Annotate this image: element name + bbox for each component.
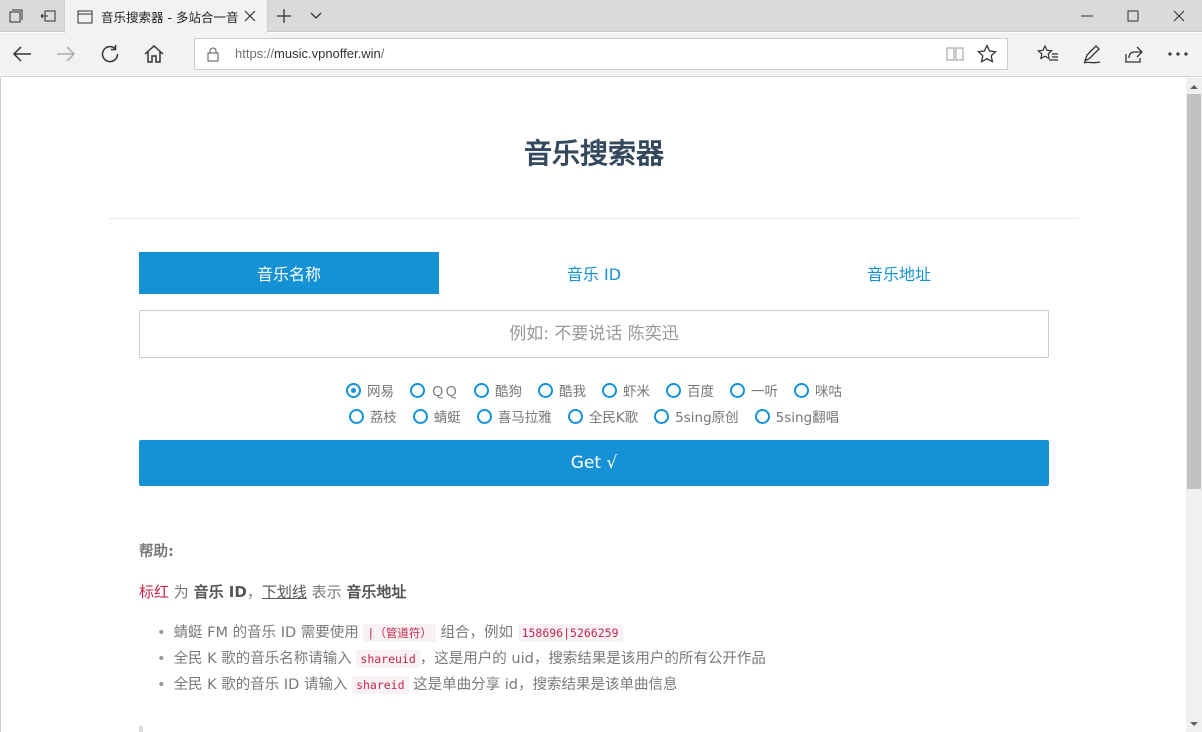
source-radio-5sing-cover[interactable]: 5sing翻唱 [754,406,839,426]
source-radio-qingting[interactable]: 蜻蜓 [412,406,461,426]
favorite-star-icon[interactable] [977,44,997,64]
maximize-icon [1127,10,1139,22]
get-button[interactable]: Get √ [139,440,1049,486]
source-radio-kg[interactable]: 全民K歌 [567,406,638,426]
url-host: music.vpnoffer.win [274,46,381,61]
source-radio-migu[interactable]: 咪咕 [794,380,842,400]
back-arrow-icon [12,46,31,62]
set-tabs-aside-icon[interactable] [32,0,64,32]
url-field[interactable]: https://music.vpnoffer.win/ [194,38,1008,70]
plus-icon [277,9,291,23]
browser-address-bar: https://music.vpnoffer.win/ [0,33,1202,77]
page-viewport: 音乐搜索器 音乐名称 音乐 ID 音乐地址 网易 ＱＱ 酷狗 酷我 虾米 百度 … [0,78,1186,732]
scroll-thumb[interactable] [1187,94,1201,489]
scroll-up-button[interactable] [1186,78,1202,94]
search-mode-tabs: 音乐名称 音乐 ID 音乐地址 [139,252,1049,294]
scroll-down-arrow-icon [1190,721,1198,726]
browser-tab-active[interactable]: 音乐搜索器 - 多站合一音 [64,0,268,33]
maximize-button[interactable] [1110,0,1156,32]
home-icon [144,45,164,63]
more-dots-icon [1168,52,1188,56]
forward-arrow-icon [57,46,76,62]
back-button[interactable] [0,33,44,75]
url-scheme: https:// [235,46,275,61]
browser-tab-bar: 音乐搜索器 - 多站合一音 [0,0,1202,33]
source-radio-qq[interactable]: ＱＱ [410,380,458,400]
new-tab-button[interactable] [270,0,298,32]
tab-music-name[interactable]: 音乐名称 [139,252,439,294]
favorites-list-icon [1037,45,1058,61]
tab-title: 音乐搜索器 - 多站合一音 [101,10,239,25]
source-options-row-1: 网易 ＱＱ 酷狗 酷我 虾米 百度 一听 咪咕 [1,380,1186,400]
favorites-hub-button[interactable] [1026,33,1070,75]
minimize-icon [1081,15,1093,17]
list-item: 蜻蜓 FM 的音乐 ID 需要使用 |（管道符） 组合，例如 158696|52… [157,620,766,646]
share-icon [1125,46,1143,63]
search-input[interactable] [139,310,1049,358]
url-path: / [380,46,385,61]
source-radio-1ting[interactable]: 一听 [730,380,778,400]
help-title: 帮助: [139,544,174,560]
scroll-up-arrow-icon [1190,84,1198,89]
tab-preview-button[interactable] [302,0,330,32]
scroll-down-button[interactable] [1186,716,1202,732]
help-legend: 标红 为 音乐 ID，下划线 表示 音乐地址 [139,583,407,601]
list-item: 全民 K 歌的音乐名称请输入 shareuid，这是用户的 uid，搜索结果是该… [157,646,766,672]
pen-icon [1083,45,1101,64]
source-radio-kugou[interactable]: 酷狗 [474,380,522,400]
refresh-icon [101,45,119,63]
tab-music-id[interactable]: 音乐 ID [439,252,749,294]
close-window-button[interactable] [1156,0,1202,32]
source-radio-netease[interactable]: 网易 [346,380,394,400]
close-tab-icon[interactable] [243,9,257,23]
source-radio-kuwo[interactable]: 酷我 [538,380,586,400]
source-radio-xiami[interactable]: 虾米 [602,380,650,400]
refresh-button[interactable] [88,33,132,75]
share-button[interactable] [1112,33,1156,75]
web-note-button[interactable] [1070,33,1114,75]
help-list: 蜻蜓 FM 的音乐 ID 需要使用 |（管道符） 组合，例如 158696|52… [157,620,766,698]
reading-view-icon[interactable] [945,45,965,63]
source-radio-baidu[interactable]: 百度 [666,380,714,400]
tab-manager-icon[interactable] [0,0,32,32]
tab-music-url[interactable]: 音乐地址 [749,252,1049,294]
page-title: 音乐搜索器 [523,137,664,170]
lock-icon[interactable] [207,47,219,62]
page-scrollbar[interactable] [1186,78,1202,732]
forward-button[interactable] [44,33,88,75]
chevron-down-icon [310,12,322,19]
minimize-button[interactable] [1064,0,1110,32]
divider [109,218,1079,219]
source-options-row-2: 荔枝 蜻蜓 喜马拉雅 全民K歌 5sing原创 5sing翻唱 [1,406,1186,426]
source-radio-5sing-original[interactable]: 5sing原创 [654,406,739,426]
page-icon [77,10,93,23]
list-item: 全民 K 歌的音乐 ID 请输入 shareid 这是单曲分享 id，搜索结果是… [157,672,766,698]
close-icon [1173,10,1185,22]
blockquote-border [139,726,143,732]
home-button[interactable] [132,33,176,75]
source-radio-ximalaya[interactable]: 喜马拉雅 [476,406,552,426]
url-text: https://music.vpnoffer.win/ [235,46,384,61]
more-menu-button[interactable] [1156,33,1200,75]
radio-selected-dot [351,387,356,393]
source-radio-lizhi[interactable]: 荔枝 [348,406,397,426]
